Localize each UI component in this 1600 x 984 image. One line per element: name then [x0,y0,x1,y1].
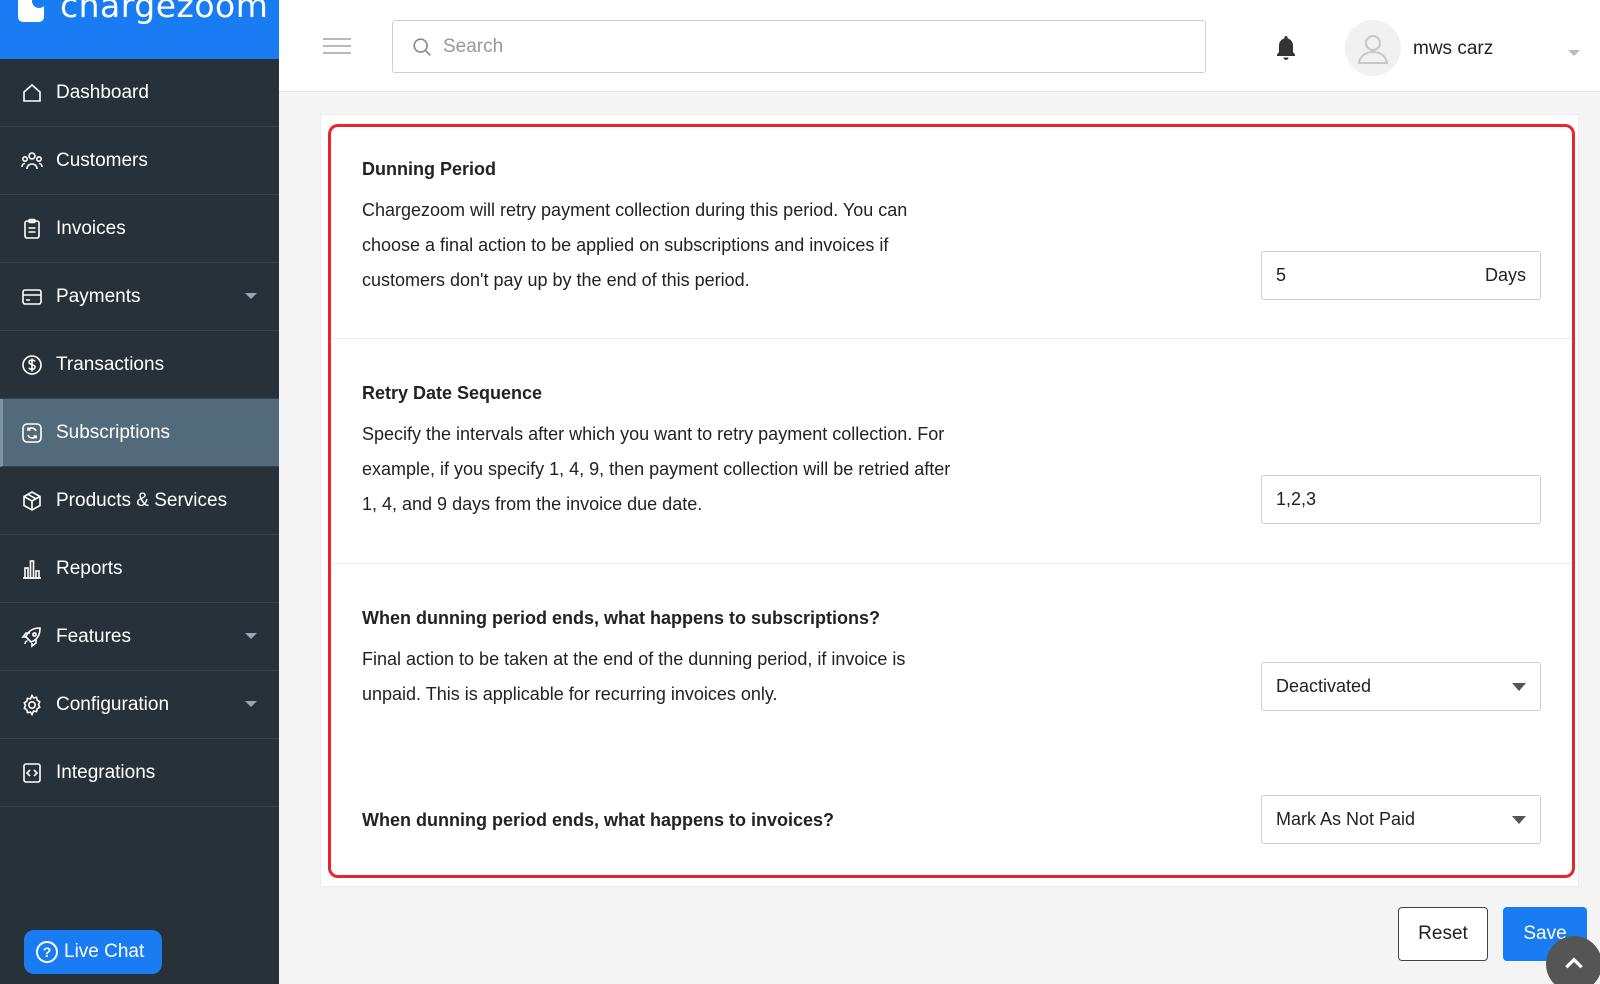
chevron-down-icon [245,293,257,299]
dunning-period-input[interactable]: 5 Days [1261,251,1541,300]
bar-chart-icon [20,557,44,581]
dunning-period-section: Dunning Period Chargezoom will retry pay… [330,127,1573,339]
scroll-to-top-button[interactable] [1546,936,1600,984]
section-description: Chargezoom will retry payment collection… [362,200,908,290]
live-chat-label: Live Chat [64,941,145,962]
code-icon [20,761,44,785]
gear-icon [20,693,44,717]
search-icon [413,37,431,56]
subscriptions-action-section: When dunning period ends, what happens t… [330,564,1573,774]
clipboard-icon [20,217,44,241]
retry-sequence-section: Retry Date Sequence Specify the interval… [330,339,1573,564]
chargezoom-logo-icon [18,0,46,22]
sidebar-item-label: Features [56,625,131,647]
brand-name: chargezoom [60,0,269,25]
section-description: Final action to be taken at the end of t… [362,649,906,704]
chevron-down-icon [1512,682,1526,691]
section-description: Specify the intervals after which you wa… [362,424,951,514]
chevron-down-icon [245,701,257,707]
sidebar-item-customers[interactable]: Customers [0,127,279,195]
sidebar-item-label: Payments [56,285,141,307]
sidebar-item-configuration[interactable]: Configuration [0,671,279,739]
sidebar-item-transactions[interactable]: Transactions [0,331,279,399]
users-icon [20,149,44,173]
section-title: Dunning Period [362,159,496,179]
section-title: Retry Date Sequence [362,383,543,403]
search-box[interactable] [392,20,1206,73]
help-icon: ? [36,941,58,963]
chevron-up-icon [1565,957,1583,969]
avatar[interactable] [1345,20,1401,76]
selected-value: Deactivated [1276,676,1372,696]
section-title: When dunning period ends, what happens t… [362,608,881,628]
topbar: mws carz [279,0,1600,92]
dollar-icon [20,353,44,377]
sidebar-item-label: Dashboard [56,81,149,103]
sidebar-item-dashboard[interactable]: Dashboard [0,59,279,127]
sidebar-item-payments[interactable]: Payments [0,263,279,331]
notification-bell-icon[interactable] [1274,34,1298,62]
chevron-down-icon [245,633,257,639]
menu-toggle-icon[interactable] [323,38,351,54]
sidebar-item-subscriptions[interactable]: Subscriptions [0,399,279,467]
days-suffix: Days [1484,265,1526,285]
sidebar: chargezoom Dashboard Customers Invoices … [0,0,279,984]
brand-header[interactable]: chargezoom [0,0,279,59]
dunning-period-value: 5 [1276,265,1287,285]
card-icon [20,285,44,309]
retry-sequence-value: 1,2,3 [1276,489,1317,509]
selected-value: Mark As Not Paid [1276,809,1416,829]
search-input[interactable] [443,35,1143,58]
chevron-down-icon [1512,815,1526,824]
username[interactable]: mws carz [1413,38,1493,60]
user-icon [1357,35,1389,64]
sidebar-nav: Dashboard Customers Invoices Payments Tr… [0,59,279,807]
sidebar-item-integrations[interactable]: Integrations [0,739,279,807]
sidebar-item-label: Configuration [56,693,170,715]
box-icon [20,489,44,513]
sidebar-item-label: Integrations [56,761,156,783]
chevron-down-icon[interactable] [1568,50,1580,56]
sidebar-item-label: Subscriptions [56,421,171,443]
sidebar-item-features[interactable]: Features [0,603,279,671]
sidebar-item-label: Reports [56,557,123,579]
refresh-icon [20,421,44,445]
sidebar-item-label: Invoices [56,217,126,239]
live-chat-button[interactable]: ? Live Chat [24,930,162,974]
sidebar-item-products-services[interactable]: Products & Services [0,467,279,535]
sidebar-item-invoices[interactable]: Invoices [0,195,279,263]
subscriptions-action-select[interactable]: Deactivated [1261,662,1541,711]
sidebar-item-label: Transactions [56,353,165,375]
home-icon [20,81,44,105]
invoices-action-select[interactable]: Mark As Not Paid [1261,795,1541,844]
rocket-icon [20,625,44,649]
reset-button[interactable]: Reset [1398,907,1488,961]
sidebar-item-reports[interactable]: Reports [0,535,279,603]
sidebar-item-label: Customers [56,149,148,171]
invoices-action-section: When dunning period ends, what happens t… [330,774,1573,874]
retry-sequence-input[interactable]: 1,2,3 [1261,475,1541,524]
sidebar-item-label: Products & Services [56,489,228,511]
section-title: When dunning period ends, what happens t… [362,810,835,830]
